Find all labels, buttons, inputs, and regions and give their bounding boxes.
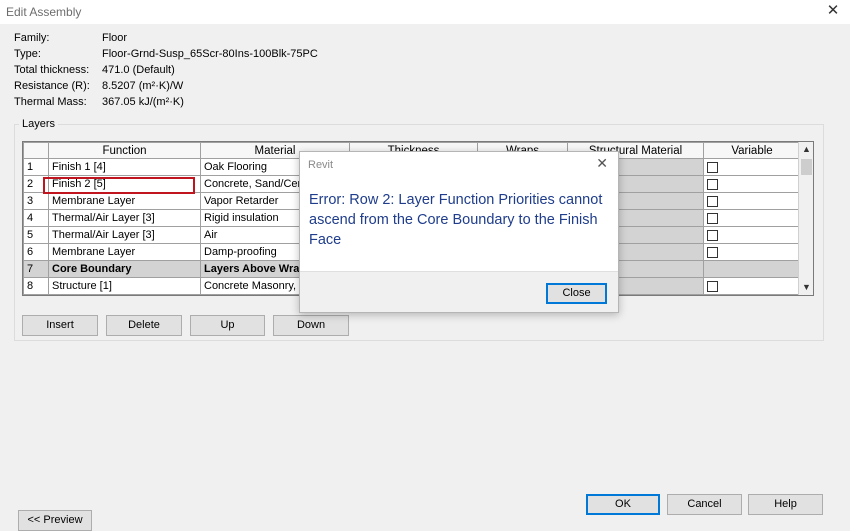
function-cell[interactable]: Membrane Layer xyxy=(48,192,201,210)
window-title: Edit Assembly xyxy=(6,5,82,19)
row-number[interactable]: 3 xyxy=(23,192,49,210)
property-label: Family: xyxy=(14,32,50,44)
variable-checkbox[interactable] xyxy=(707,178,718,190)
function-cell[interactable]: Membrane Layer xyxy=(48,243,201,261)
variable-checkbox[interactable] xyxy=(707,229,718,241)
row-number[interactable]: 7 xyxy=(23,260,49,278)
variable-cell xyxy=(703,209,801,227)
property-value: 8.5207 (m²·K)/W xyxy=(102,80,184,92)
dialog-close-icon[interactable]: ✕ xyxy=(596,155,608,172)
property-value: Floor-Grnd-Susp_65Scr-80Ins-100Blk-75PC xyxy=(102,48,318,60)
function-cell[interactable]: Thermal/Air Layer [3] xyxy=(48,226,201,244)
function-cell: Core Boundary xyxy=(48,260,201,278)
variable-checkbox[interactable] xyxy=(707,195,718,207)
property-value: 367.05 kJ/(m²·K) xyxy=(102,96,184,108)
variable-checkbox[interactable] xyxy=(707,161,718,173)
function-cell[interactable]: Structure [1] xyxy=(48,277,201,295)
dialog-title: Revit xyxy=(308,159,334,171)
error-dialog: Revit ✕ Error: Row 2: Layer Function Pri… xyxy=(299,151,619,313)
property-label: Thermal Mass: xyxy=(14,96,87,108)
row-number[interactable]: 6 xyxy=(23,243,49,261)
function-cell[interactable]: Finish 2 [5] xyxy=(48,175,201,193)
window-close-icon[interactable]: ✕ xyxy=(824,2,842,20)
variable-cell xyxy=(703,226,801,244)
variable-cell xyxy=(703,260,801,278)
title-bar: Edit Assembly ✕ xyxy=(0,0,850,24)
dialog-close-button[interactable]: Close xyxy=(546,283,607,304)
property-value: 471.0 (Default) xyxy=(102,64,175,76)
property-value: Floor xyxy=(102,32,128,44)
down-button[interactable]: Down xyxy=(273,315,349,336)
property-label: Resistance (R): xyxy=(14,80,90,92)
row-number[interactable]: 4 xyxy=(23,209,49,227)
scroll-down-icon[interactable]: ▼ xyxy=(799,280,813,295)
column-header-variable[interactable]: Variable xyxy=(703,142,801,159)
row-number[interactable]: 2 xyxy=(23,175,49,193)
variable-checkbox[interactable] xyxy=(707,280,718,292)
scroll-thumb[interactable] xyxy=(801,159,812,175)
column-header-index xyxy=(23,142,49,159)
function-cell[interactable]: Finish 1 [4] xyxy=(48,158,201,176)
layers-group-label: Layers xyxy=(19,118,59,130)
variable-cell xyxy=(703,243,801,261)
dialog-footer: Close xyxy=(300,271,618,312)
row-number[interactable]: 8 xyxy=(23,277,49,295)
vertical-scrollbar[interactable]: ▲ ▼ xyxy=(798,142,813,295)
variable-cell xyxy=(703,158,801,176)
function-cell[interactable]: Thermal/Air Layer [3] xyxy=(48,209,201,227)
variable-cell xyxy=(703,192,801,210)
row-number[interactable]: 5 xyxy=(23,226,49,244)
variable-checkbox[interactable] xyxy=(707,246,718,258)
variable-cell xyxy=(703,175,801,193)
dialog-message: Error: Row 2: Layer Function Priorities … xyxy=(309,192,603,248)
variable-checkbox[interactable] xyxy=(707,212,718,224)
ok-button[interactable]: OK xyxy=(586,494,660,515)
row-number[interactable]: 1 xyxy=(23,158,49,176)
cancel-button[interactable]: Cancel xyxy=(667,494,742,515)
insert-button[interactable]: Insert xyxy=(22,315,98,336)
preview-button[interactable]: << Preview xyxy=(18,510,92,531)
delete-button[interactable]: Delete xyxy=(106,315,182,336)
up-button[interactable]: Up xyxy=(190,315,265,336)
scroll-up-icon[interactable]: ▲ xyxy=(799,142,813,157)
column-header-function[interactable]: Function xyxy=(48,142,201,159)
help-button[interactable]: Help xyxy=(748,494,823,515)
variable-cell xyxy=(703,277,801,295)
property-label: Type: xyxy=(14,48,41,60)
property-label: Total thickness: xyxy=(14,64,90,76)
